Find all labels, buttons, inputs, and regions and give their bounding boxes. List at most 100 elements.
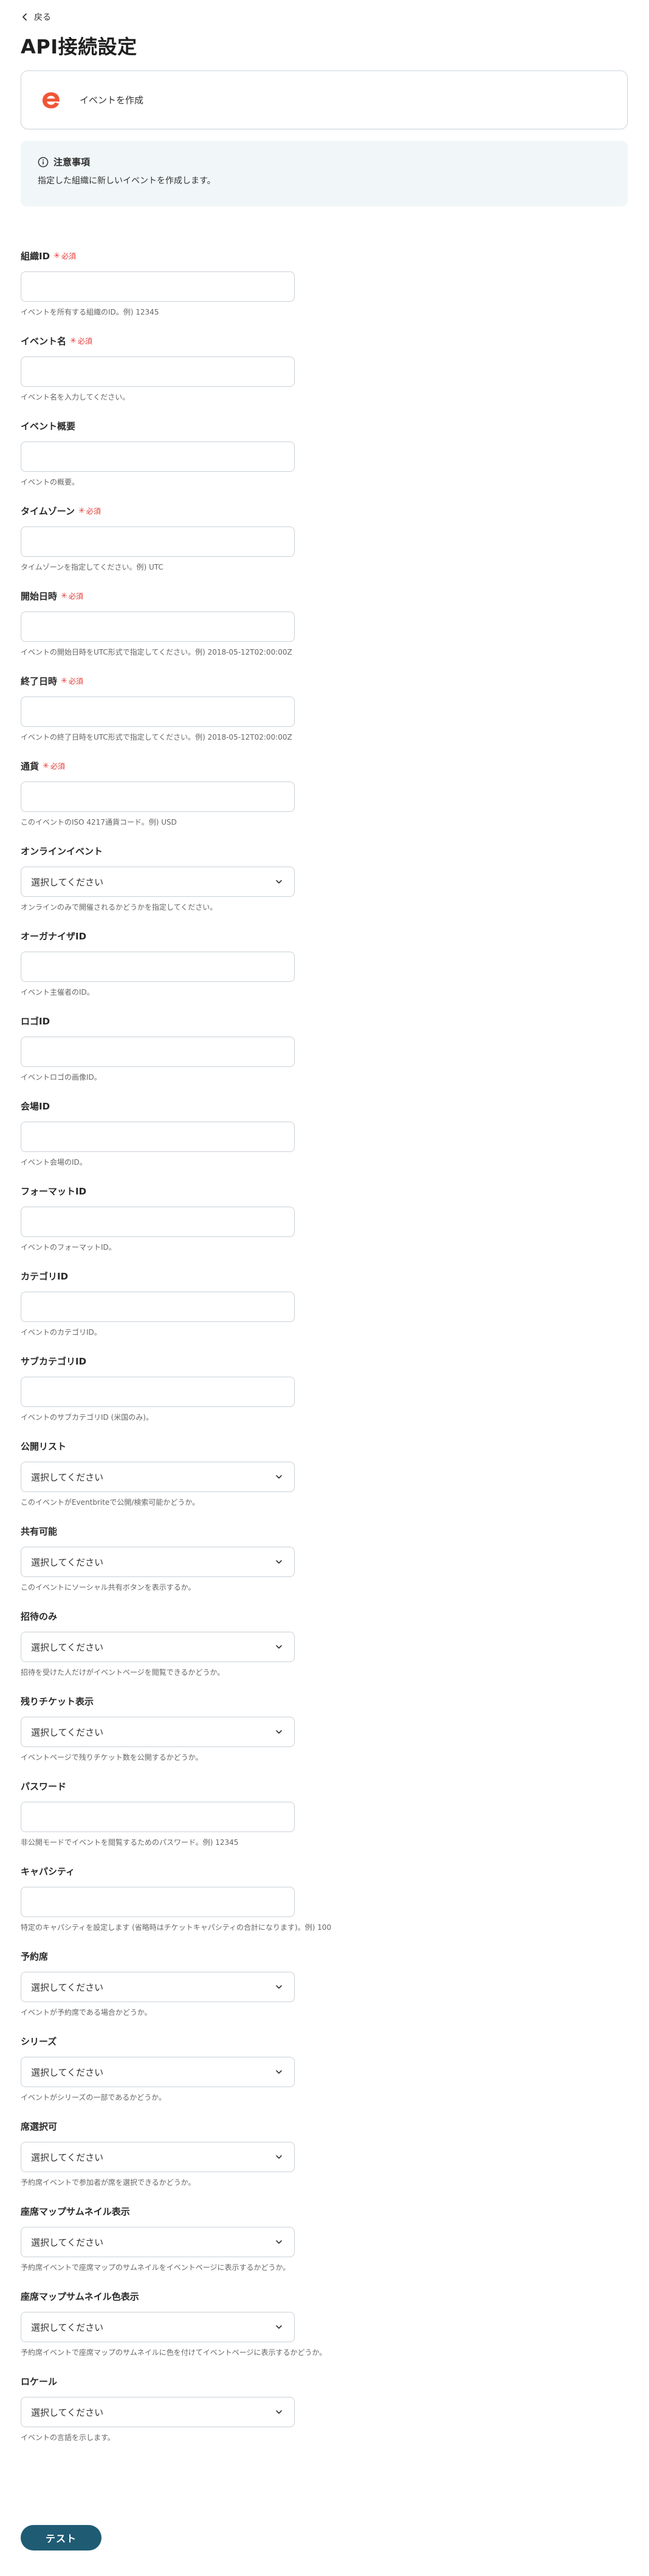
field-label-row: 残りチケット表示 [21, 1695, 300, 1707]
field-help-text: イベントロゴの画像ID。 [21, 1073, 101, 1082]
field-help-text: このイベントのISO 4217通貨コード。例) USD [21, 818, 177, 826]
field-label-row: オーガナイザID [21, 930, 300, 942]
field-label-row: 終了日時 ✳ 必須 [21, 675, 300, 687]
field-label: 招待のみ [21, 1610, 58, 1622]
chevron-down-icon [276, 1985, 282, 1989]
form-field: 招待のみ 選択してください 招待を受けた人だけがイベントページを閲覧できるかどうか。 [21, 1610, 300, 1677]
field-label: パスワード [21, 1780, 67, 1792]
field-label-row: 開始日時 ✳ 必須 [21, 590, 300, 602]
form-field: 共有可能 選択してください このイベントにソーシャル共有ボタンを表示するか。 [21, 1525, 300, 1592]
field-label: 予約席 [21, 1951, 49, 1962]
text-input[interactable] [21, 1037, 295, 1067]
field-label: 開始日時 [21, 590, 58, 602]
required-label: 必須 [77, 336, 92, 346]
field-label-row: タイムゾーン ✳ 必須 [21, 505, 300, 517]
select-field[interactable]: 選択してください [21, 2397, 295, 2427]
text-input[interactable] [21, 1122, 295, 1152]
field-label-row: ロゴID [21, 1015, 300, 1027]
field-label-row: オンラインイベント [21, 845, 300, 857]
text-input[interactable] [21, 441, 295, 472]
form-field: 終了日時 ✳ 必須 イベントの終了日時をUTC形式で指定してください。例) 2018-… [21, 675, 300, 741]
select-field[interactable]: 選択してください [21, 867, 295, 897]
required-badge: ✳ 必須 [53, 251, 76, 261]
select-field[interactable]: 選択してください [21, 2142, 295, 2172]
field-help-text: イベントの概要。 [21, 478, 80, 486]
field-label-row: イベント名 ✳ 必須 [21, 335, 300, 347]
text-input[interactable] [21, 271, 295, 302]
form-field: カテゴリID イベントのカテゴリID。 [21, 1270, 300, 1337]
field-label: ロケール [21, 2376, 58, 2387]
field-help-text: イベント名を入力してください。 [21, 393, 130, 401]
form-field: タイムゾーン ✳ 必須 タイムゾーンを指定してください。例) UTC [21, 505, 300, 571]
field-label: カテゴリID [21, 1270, 69, 1282]
form-field: 開始日時 ✳ 必須イベントの開始日時をUTC形式で指定してください。例) 2018-… [21, 590, 300, 656]
required-label: 必須 [50, 762, 65, 771]
notice-title: 注意事項 [53, 157, 91, 168]
back-link[interactable]: 戻る [21, 10, 51, 24]
field-help-text: イベントのフォーマットID。 [21, 1243, 116, 1252]
field-label-row: キャパシティ [21, 1865, 300, 1877]
text-input[interactable] [21, 612, 295, 642]
select-field[interactable]: 選択してください [21, 1462, 295, 1492]
form-field: 座席マップサムネイル表示選択してください予約席イベントで座席マップのサムネイルを… [21, 2205, 300, 2272]
notice-body: 指定した組織に新しいイベントを作成します。 [38, 176, 216, 186]
select-field[interactable]: 選択してください [21, 2312, 295, 2342]
text-input[interactable] [21, 697, 295, 727]
form-field: キャパシティ特定のキャパシティを設定します (省略時はチケットキャパシティの合計… [21, 1865, 332, 1932]
select-value: 選択してください [31, 2407, 104, 2418]
text-input[interactable] [21, 1802, 295, 1832]
text-input[interactable] [21, 1377, 295, 1407]
field-help-text: 非公開モードでイベントを閲覧するためのパスワード。例) 12345 [21, 1838, 239, 1847]
select-value: 選択してください [31, 1726, 104, 1738]
chevron-down-icon [276, 2070, 282, 2074]
select-field[interactable]: 選択してください [21, 2227, 295, 2257]
chevron-down-icon [276, 2325, 282, 2329]
form-field: 会場ID イベント会場のID。 [21, 1100, 300, 1167]
field-help-text: オンラインのみで開催されるかどうかを指定してください。 [21, 903, 218, 911]
field-label-row: フォーマットID [21, 1185, 300, 1197]
field-label: 座席マップサムネイル色表示 [21, 2291, 139, 2302]
chevron-down-icon [276, 880, 282, 884]
field-label: 終了日時 [21, 675, 58, 687]
text-input[interactable] [21, 782, 295, 812]
field-label-row: 通貨 ✳ 必須 [21, 760, 300, 772]
text-input[interactable] [21, 1292, 295, 1322]
field-help-text: 特定のキャパシティを設定します (省略時はチケットキャパシティの合計になります)… [21, 1923, 332, 1932]
select-field[interactable]: 選択してください [21, 1717, 295, 1747]
form-field: フォーマットID イベントのフォーマットID。 [21, 1185, 300, 1252]
field-label-row: 予約席 [21, 1950, 300, 1962]
field-label: 座席マップサムネイル表示 [21, 2206, 130, 2217]
field-help-text: イベントの開始日時をUTC形式で指定してください。例) 2018-05-12T0… [21, 648, 292, 656]
select-field[interactable]: 選択してください [21, 1632, 295, 1662]
select-field[interactable]: 選択してください [21, 2057, 295, 2087]
text-input[interactable] [21, 1207, 295, 1237]
field-label: 席選択可 [21, 2121, 58, 2132]
field-label: キャパシティ [21, 1866, 75, 1877]
text-input[interactable] [21, 356, 295, 387]
select-value: 選択してください [31, 2322, 104, 2333]
test-button[interactable]: テスト [21, 2525, 101, 2550]
field-label-row: カテゴリID [21, 1270, 300, 1282]
field-help-text: 予約席イベントで座席マップのサムネイルをイベントページに表示するかどうか。 [21, 2263, 290, 2272]
chevron-down-icon [276, 2410, 282, 2414]
required-label: 必須 [68, 591, 83, 601]
field-label-row: 座席マップサムネイル色表示 [21, 2290, 300, 2302]
text-input[interactable] [21, 952, 295, 982]
field-label-row: ロケール [21, 2375, 300, 2387]
form-field: 公開リスト 選択してください このイベントがEventbriteで公開/検索可能かど… [21, 1440, 300, 1507]
field-label-row: パスワード [21, 1780, 300, 1792]
field-label: イベント名 [21, 335, 67, 347]
select-field[interactable]: 選択してください [21, 1547, 295, 1577]
action-card[interactable]: イベントを作成 [21, 70, 628, 129]
text-input[interactable] [21, 1887, 295, 1917]
asterisk-icon: ✳ [53, 251, 60, 261]
select-value: 選択してください [31, 876, 104, 888]
required-badge: ✳ 必須 [61, 591, 83, 601]
asterisk-icon: ✳ [70, 336, 77, 346]
field-label-row: 公開リスト [21, 1440, 300, 1452]
field-label-row: 組織ID ✳ 必須 [21, 250, 300, 262]
form-field: 座席マップサムネイル色表示 選択してください 予約席イベントで座席マップのサムネイル… [21, 2290, 326, 2357]
asterisk-icon: ✳ [61, 676, 67, 686]
text-input[interactable] [21, 526, 295, 557]
select-field[interactable]: 選択してください [21, 1972, 295, 2002]
